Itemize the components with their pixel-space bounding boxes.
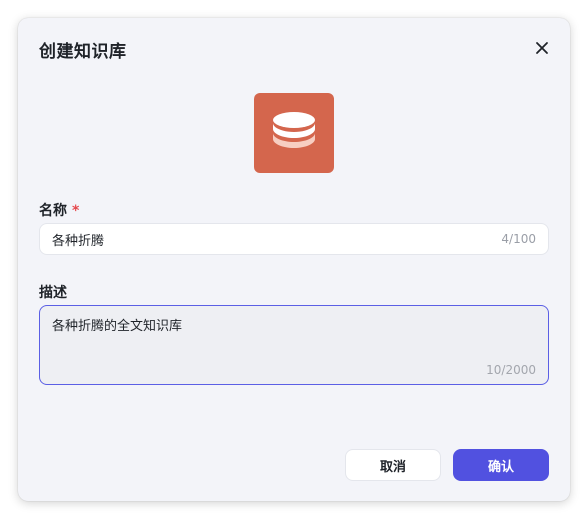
create-knowledge-base-dialog: 创建知识库 名称 * 各种折腾 4/100 描述 各种折腾的全文知识库 10/20…: [18, 18, 570, 501]
description-value[interactable]: 各种折腾的全文知识库: [52, 315, 536, 334]
knowledge-base-cover[interactable]: [254, 93, 334, 173]
close-icon[interactable]: [534, 40, 550, 56]
confirm-button[interactable]: 确认: [453, 449, 549, 481]
name-input[interactable]: 各种折腾 4/100: [39, 223, 549, 255]
description-textarea[interactable]: 各种折腾的全文知识库 10/2000: [39, 305, 549, 385]
database-icon: [273, 112, 315, 148]
description-char-counter: 10/2000: [486, 363, 536, 377]
dialog-title: 创建知识库: [39, 42, 127, 62]
description-label: 描述: [39, 285, 67, 301]
required-mark: *: [72, 203, 80, 219]
cancel-button[interactable]: 取消: [345, 449, 441, 481]
name-label: 名称 *: [39, 203, 80, 219]
name-input-value[interactable]: 各种折腾: [52, 230, 501, 249]
name-char-counter: 4/100: [501, 232, 536, 246]
